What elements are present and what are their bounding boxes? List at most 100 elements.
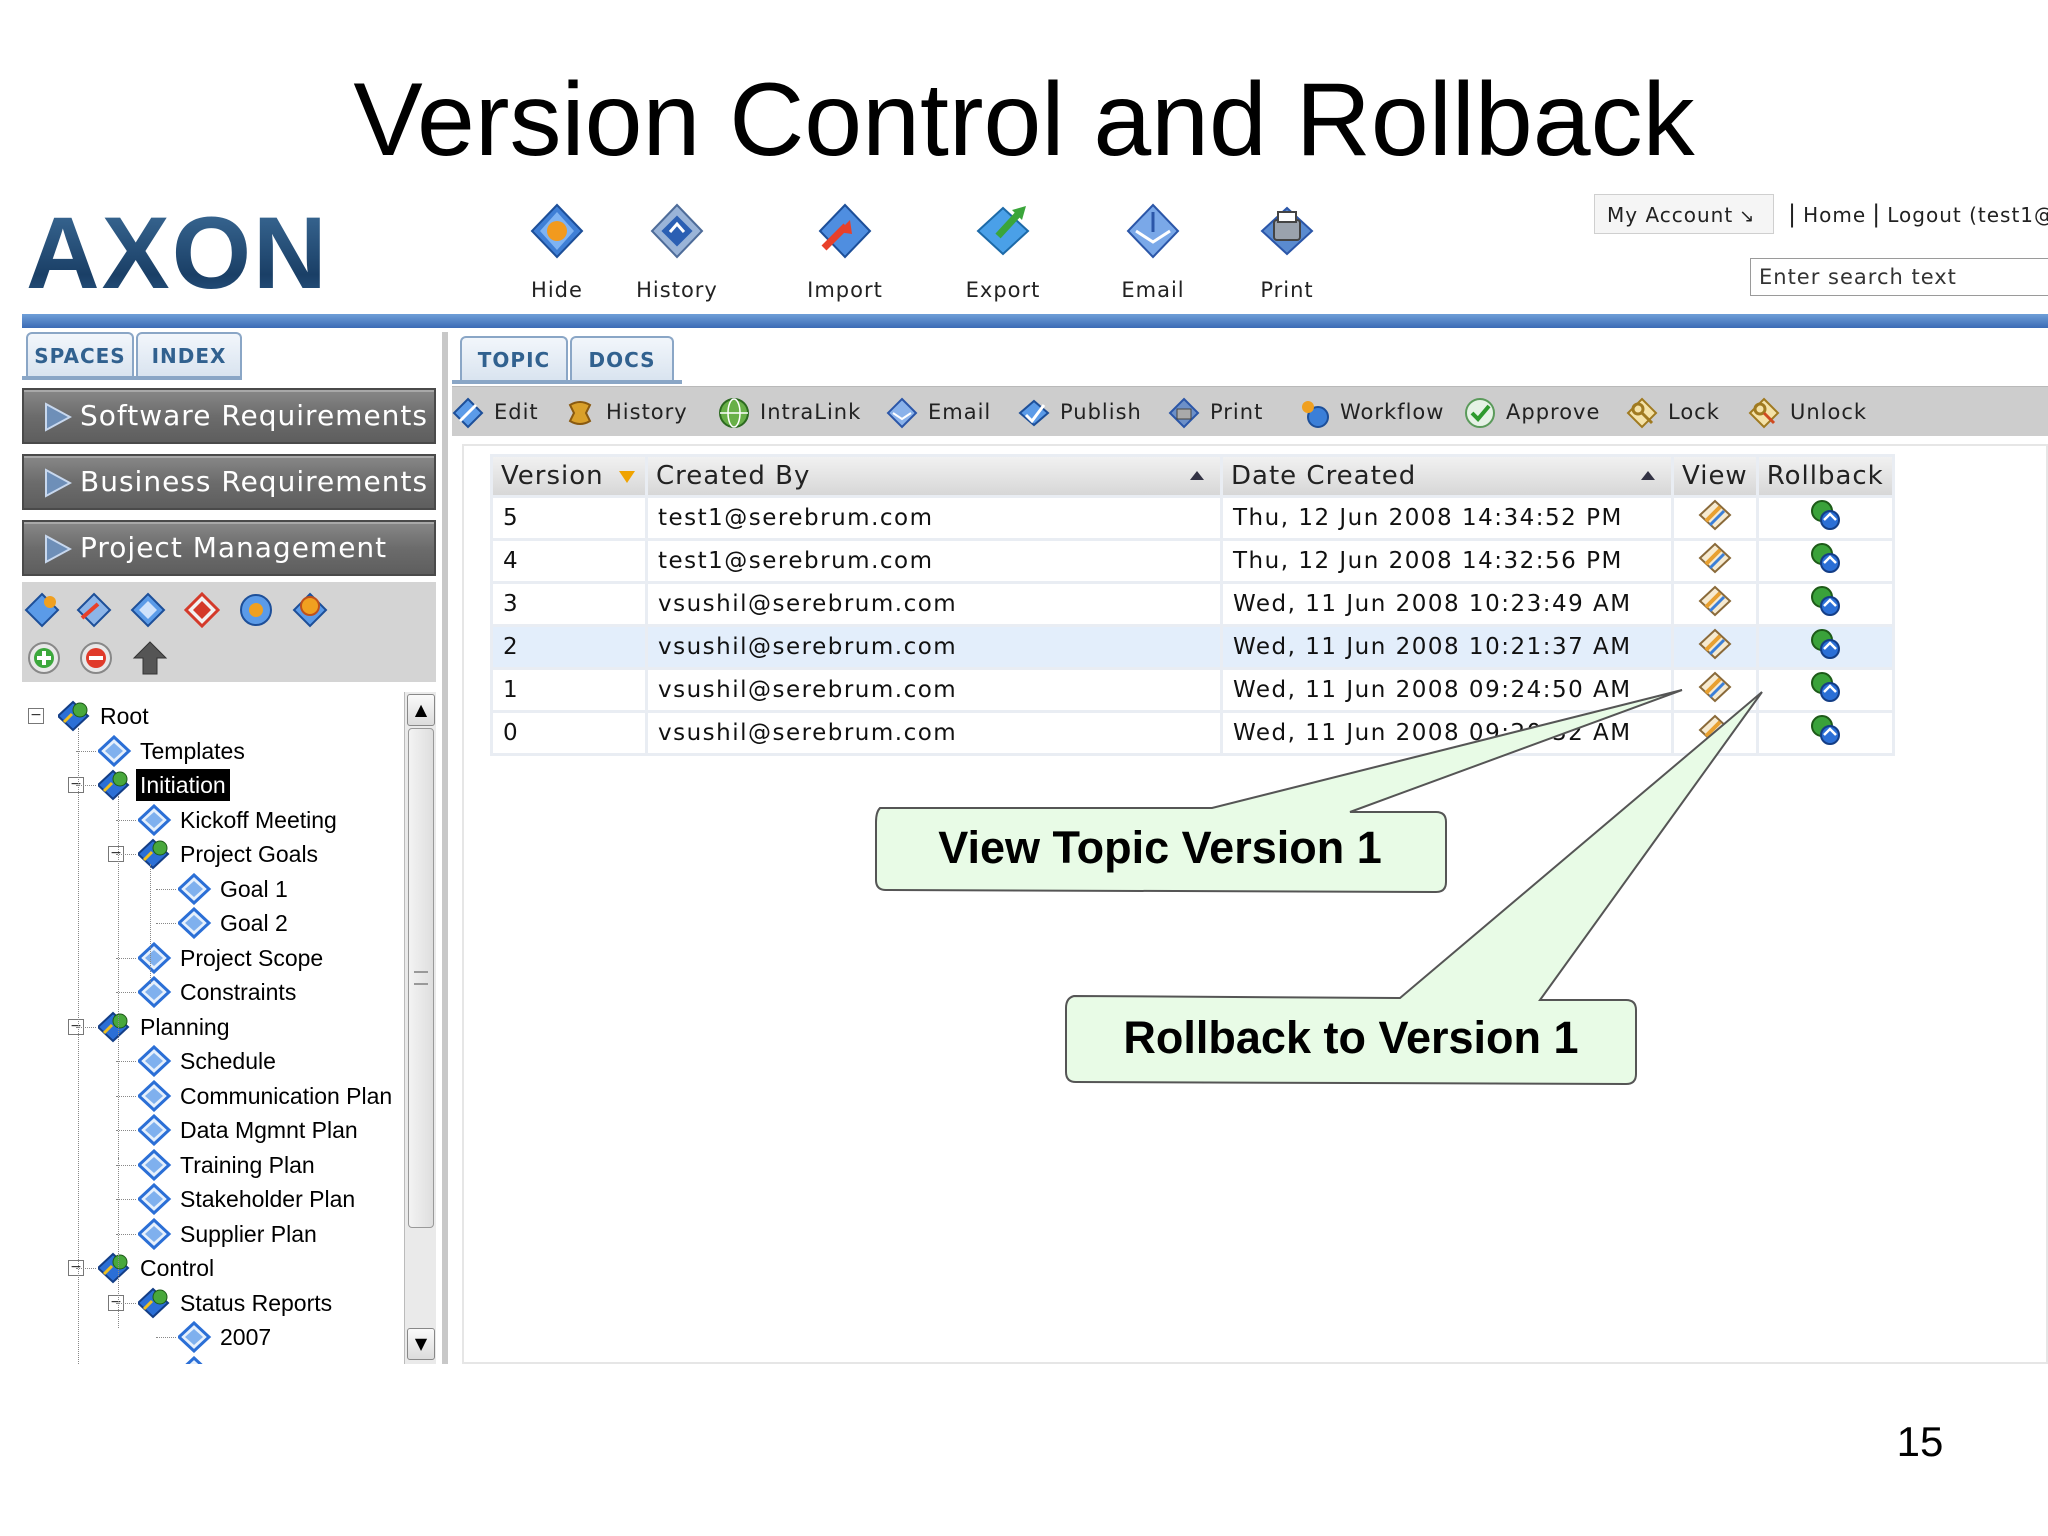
- tab-docs[interactable]: DOCS: [570, 336, 674, 382]
- scroll-thumb[interactable]: [408, 728, 434, 1228]
- tree-node-label: 2007: [220, 1324, 272, 1350]
- rollback-version-icon: [1811, 672, 1841, 702]
- sort-asc-icon: [1190, 471, 1204, 480]
- tree-node-label: Initiation: [136, 769, 230, 801]
- tree-node-label: Schedule: [180, 1048, 276, 1074]
- column-header-version[interactable]: Version: [493, 457, 645, 495]
- unlock-icon: [1748, 397, 1780, 429]
- view-version-icon: [1698, 714, 1732, 746]
- print-label: Print: [1210, 400, 1264, 424]
- column-header-date-created[interactable]: Date Created: [1223, 457, 1671, 495]
- move-up-icon[interactable]: [132, 640, 168, 676]
- export-label: Export: [965, 278, 1041, 302]
- tab-topic[interactable]: TOPIC: [460, 336, 568, 382]
- created-by-cell: vsushil@serebrum.com: [648, 584, 1220, 624]
- my-account-label: My Account: [1607, 203, 1734, 227]
- tree-connector: [76, 785, 96, 786]
- logout-link[interactable]: Logout (test1@: [1887, 203, 2048, 227]
- view-version-button[interactable]: [1674, 670, 1756, 710]
- import-topic-icon[interactable]: [292, 592, 328, 628]
- view-version-button[interactable]: [1674, 498, 1756, 538]
- rollback-version-button[interactable]: [1758, 584, 1892, 624]
- unlock-label: Unlock: [1790, 400, 1868, 424]
- space-software-requirements[interactable]: Software Requirements: [22, 388, 436, 444]
- tree-connector: [116, 1130, 136, 1131]
- view-version-button[interactable]: [1674, 713, 1756, 753]
- tree-node-label: Planning: [140, 1013, 230, 1040]
- table-row[interactable]: 5 test1@serebrum.com Thu, 12 Jun 2008 14:3…: [493, 498, 1892, 538]
- rollback-version-button[interactable]: [1758, 670, 1892, 710]
- email-label: Email: [928, 400, 992, 424]
- sort-desc-icon: [619, 471, 635, 483]
- tab-spaces[interactable]: SPACES: [26, 332, 134, 378]
- tree-node-label: Templates: [140, 737, 245, 764]
- table-row[interactable]: 3 vsushil@serebrum.com Wed, 11 Jun 2008 10…: [493, 584, 1892, 624]
- space-label: Business Requirements: [80, 465, 429, 498]
- view-version-icon: [1698, 671, 1732, 703]
- rollback-version-button[interactable]: [1758, 627, 1892, 667]
- view-version-button[interactable]: [1674, 627, 1756, 667]
- export-button[interactable]: Export: [938, 202, 1068, 302]
- rollback-version-button[interactable]: [1758, 498, 1892, 538]
- diamond-icon: [178, 1321, 212, 1353]
- folder-globe-icon: [98, 1252, 130, 1284]
- approve-label: Approve: [1506, 400, 1601, 424]
- import-icon: [818, 203, 872, 259]
- table-row[interactable]: 0 vsushil@serebrum.com Wed, 11 Jun 2008 09…: [493, 713, 1892, 753]
- print-label: Print: [1260, 278, 1314, 302]
- collapse-all-icon[interactable]: [78, 640, 114, 676]
- edit-icon: [452, 397, 484, 429]
- intralink-label: IntraLink: [760, 400, 862, 424]
- column-header-view[interactable]: View: [1674, 457, 1756, 495]
- my-account-button[interactable]: My Account ↘: [1594, 194, 1774, 234]
- workflow-icon: [1302, 401, 1329, 428]
- add-topic-icon[interactable]: [24, 592, 60, 628]
- slide-title: Version Control and Rollback: [353, 62, 1695, 178]
- home-link[interactable]: Home: [1803, 203, 1866, 227]
- panel-splitter[interactable]: [442, 332, 448, 1364]
- collapse-toggle-icon[interactable]: −: [28, 708, 44, 724]
- rollback-version-button[interactable]: [1758, 541, 1892, 581]
- diamond-icon: [138, 1217, 172, 1250]
- history-button[interactable]: History: [612, 202, 742, 302]
- search-input[interactable]: [1750, 258, 2048, 296]
- tree-scrollbar[interactable]: ▲ ▼: [404, 692, 436, 1364]
- table-row[interactable]: 1 vsushil@serebrum.com Wed, 11 Jun 2008 09…: [493, 670, 1892, 710]
- tree-connector: [116, 1095, 136, 1097]
- view-version-button[interactable]: [1674, 584, 1756, 624]
- table-row[interactable]: 4 test1@serebrum.com Thu, 12 Jun 2008 14:3…: [493, 541, 1892, 581]
- scroll-up-button[interactable]: ▲: [407, 694, 435, 726]
- expand-all-icon[interactable]: [26, 640, 62, 676]
- space-project-management[interactable]: Project Management: [22, 520, 436, 576]
- diamond-icon: [138, 1045, 172, 1077]
- copy-topic-icon[interactable]: [130, 592, 166, 628]
- refresh-icon[interactable]: [238, 592, 274, 628]
- import-button[interactable]: Import: [780, 202, 910, 302]
- delete-topic-icon[interactable]: [184, 592, 220, 628]
- column-header-rollback[interactable]: Rollback: [1758, 457, 1892, 495]
- diamond-icon: [184, 1355, 204, 1364]
- date-created-cell: Wed, 11 Jun 2008 10:23:49 AM: [1223, 584, 1671, 624]
- column-header-created-by[interactable]: Created By: [648, 457, 1220, 495]
- tree-node-label: Stakeholder Plan: [180, 1186, 356, 1212]
- email-button[interactable]: Email: [1088, 202, 1218, 302]
- column-label: View: [1682, 461, 1748, 491]
- space-business-requirements[interactable]: Business Requirements: [22, 454, 436, 510]
- folder-globe-icon: [98, 1011, 130, 1042]
- hide-button[interactable]: Hide: [492, 202, 622, 302]
- axon-app-window: AXON Hide History Import Export Email Pr…: [22, 188, 2048, 1364]
- link-separator: |: [1788, 200, 1798, 228]
- play-triangle-icon: [45, 534, 72, 564]
- tabs-underline: [22, 376, 242, 380]
- tree-node-label: Constraints: [180, 979, 297, 1005]
- move-topic-icon[interactable]: [76, 592, 112, 628]
- print-button[interactable]: Print: [1222, 202, 1352, 302]
- tab-index[interactable]: INDEX: [136, 332, 242, 378]
- version-cell: 0: [493, 713, 645, 753]
- rollback-version-button[interactable]: [1758, 713, 1892, 753]
- scroll-grip-icon: [414, 971, 428, 985]
- view-version-button[interactable]: [1674, 541, 1756, 581]
- scroll-down-button[interactable]: ▼: [407, 1328, 435, 1360]
- date-created-cell: Wed, 11 Jun 2008 09:24:50 AM: [1223, 670, 1671, 710]
- table-row[interactable]: 2 vsushil@serebrum.com Wed, 11 Jun 2008 10…: [493, 627, 1892, 667]
